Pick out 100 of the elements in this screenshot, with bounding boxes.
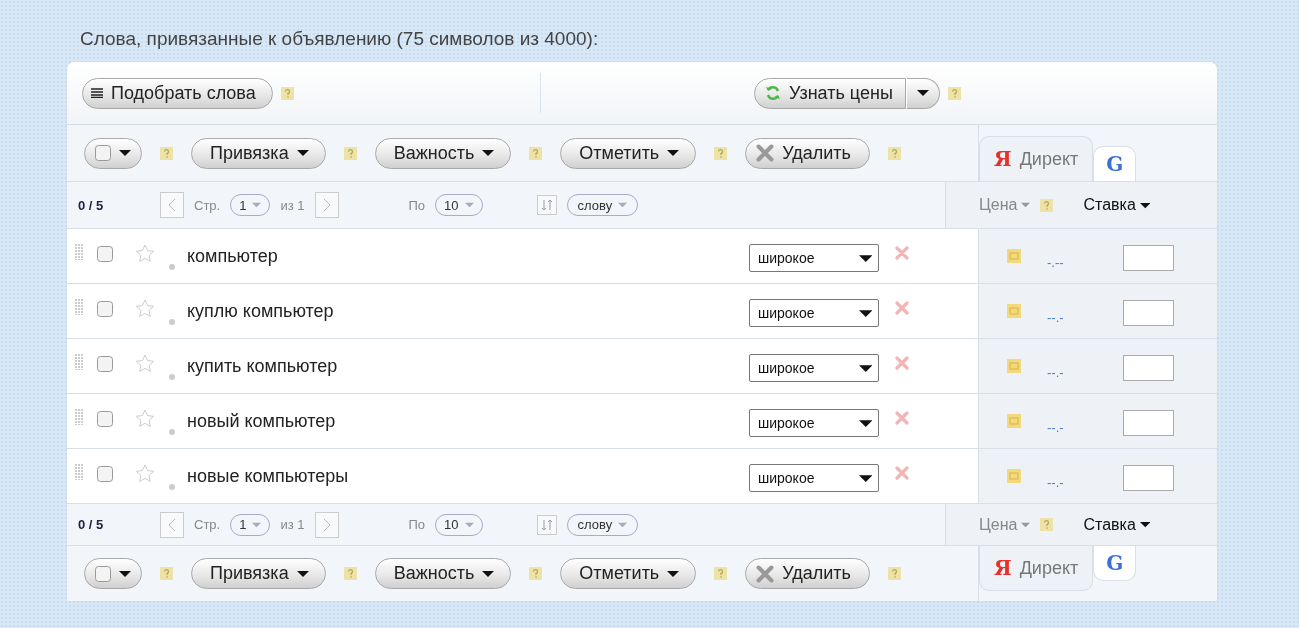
tab[interactable]: Я Директ — [979, 136, 1094, 181]
per-page-label: По — [408, 197, 426, 213]
help-icon[interactable] — [343, 146, 357, 160]
help-icon[interactable] — [529, 146, 543, 160]
dropdown-button[interactable]: Отметить — [560, 137, 697, 169]
next-page-button[interactable] — [314, 511, 339, 538]
caret-icon — [296, 569, 309, 578]
checkbox[interactable] — [97, 466, 113, 482]
delete-icon[interactable] — [895, 466, 909, 480]
drag-handle-icon[interactable] — [75, 354, 83, 370]
match-type-select[interactable]: широкое — [749, 244, 879, 272]
bid-input[interactable] — [1123, 410, 1174, 436]
bullet-icon — [169, 264, 175, 270]
caret-icon — [858, 308, 872, 318]
caret-icon — [464, 521, 474, 528]
help-icon[interactable] — [160, 146, 173, 160]
star-icon[interactable] — [135, 299, 155, 318]
caret-icon — [119, 569, 131, 578]
delete-button[interactable]: Удалить — [745, 558, 870, 589]
star-icon[interactable] — [135, 464, 155, 483]
selection-counter: 0 / 5 — [78, 197, 105, 213]
help-icon[interactable] — [1040, 198, 1054, 212]
price-tag-icon — [1007, 249, 1021, 263]
checkbox[interactable] — [97, 246, 113, 262]
caret-icon — [667, 149, 680, 157]
bid-column-header[interactable]: Ставка — [1083, 196, 1151, 214]
caret-icon — [119, 149, 131, 157]
delete-icon[interactable] — [895, 301, 909, 315]
checkbox[interactable] — [97, 301, 113, 317]
caret-icon — [667, 569, 680, 578]
checkbox[interactable] — [97, 356, 113, 372]
select-all-checkbox[interactable] — [95, 145, 111, 161]
sort-order-button[interactable] — [536, 195, 557, 215]
caret-icon — [618, 202, 628, 208]
pick-words-button[interactable]: Подобрать слова — [82, 77, 273, 109]
keyword-text: компьютер — [187, 245, 279, 267]
caret-icon — [858, 363, 872, 373]
caret-icon — [1021, 521, 1031, 528]
caret-icon — [252, 521, 262, 528]
previous-page-button[interactable] — [160, 192, 184, 218]
drag-handle-icon[interactable] — [75, 244, 83, 260]
sort-order-button[interactable] — [536, 514, 557, 535]
chevron-right-icon — [322, 517, 331, 532]
close-icon — [756, 564, 775, 583]
help-icon[interactable] — [160, 567, 173, 580]
caret-icon — [464, 202, 474, 208]
star-icon[interactable] — [135, 409, 155, 428]
drag-handle-icon[interactable] — [75, 409, 83, 425]
star-icon[interactable] — [135, 244, 155, 263]
help-icon[interactable] — [888, 567, 901, 580]
price-tag-icon — [1007, 359, 1021, 373]
dropdown-button[interactable]: Привязка — [191, 558, 326, 589]
drag-handle-icon[interactable] — [75, 464, 83, 480]
tab[interactable]: Я Директ — [979, 546, 1094, 591]
next-page-button[interactable] — [314, 192, 339, 218]
bid-input[interactable] — [1123, 465, 1174, 491]
help-icon[interactable] — [888, 146, 901, 160]
match-type-select[interactable]: широкое — [749, 464, 879, 492]
price-tag-icon — [1007, 469, 1021, 483]
caret-icon — [858, 473, 872, 483]
delete-icon[interactable] — [895, 411, 909, 425]
help-icon[interactable] — [529, 567, 543, 580]
get-prices-menu-button[interactable] — [905, 77, 940, 109]
delete-icon[interactable] — [895, 246, 909, 260]
select-dropdown[interactable] — [84, 137, 142, 169]
help-icon[interactable] — [1040, 518, 1054, 531]
delete-icon[interactable] — [895, 356, 909, 370]
match-type-select[interactable]: широкое — [749, 299, 879, 327]
help-icon[interactable] — [714, 567, 728, 580]
caret-icon — [1139, 521, 1151, 528]
bid-input[interactable] — [1123, 355, 1174, 381]
help-icon[interactable] — [343, 567, 357, 580]
page-label: Стр. — [194, 517, 221, 532]
help-icon[interactable] — [947, 86, 961, 100]
dropdown-button[interactable]: Важность — [374, 558, 512, 589]
bid-input[interactable] — [1123, 245, 1174, 271]
help-icon[interactable] — [714, 146, 728, 160]
previous-page-button[interactable] — [160, 511, 184, 538]
get-prices-button[interactable]: Узнать цены — [754, 77, 906, 109]
select-all-checkbox[interactable] — [95, 565, 111, 582]
dropdown-button[interactable]: Важность — [374, 137, 512, 169]
tab[interactable]: G — [1093, 146, 1137, 181]
dropdown-button[interactable]: Привязка — [191, 137, 326, 169]
bullet-icon — [169, 374, 175, 380]
list-icon — [91, 88, 103, 98]
checkbox[interactable] — [97, 411, 113, 427]
help-icon[interactable] — [280, 86, 294, 100]
logo: Я — [994, 556, 1012, 580]
price-value: -.-- — [1047, 254, 1065, 270]
delete-button[interactable]: Удалить — [745, 137, 870, 169]
match-type-select[interactable]: широкое — [749, 409, 879, 437]
match-type-select[interactable]: широкое — [749, 354, 879, 382]
select-dropdown[interactable] — [84, 558, 142, 589]
dropdown-button[interactable]: Отметить — [560, 558, 697, 589]
tab[interactable]: G — [1093, 546, 1137, 581]
bid-column-header[interactable]: Ставка — [1083, 515, 1151, 534]
star-icon[interactable] — [135, 354, 155, 373]
caret-icon — [858, 253, 872, 263]
drag-handle-icon[interactable] — [75, 299, 83, 315]
bid-input[interactable] — [1123, 300, 1174, 326]
